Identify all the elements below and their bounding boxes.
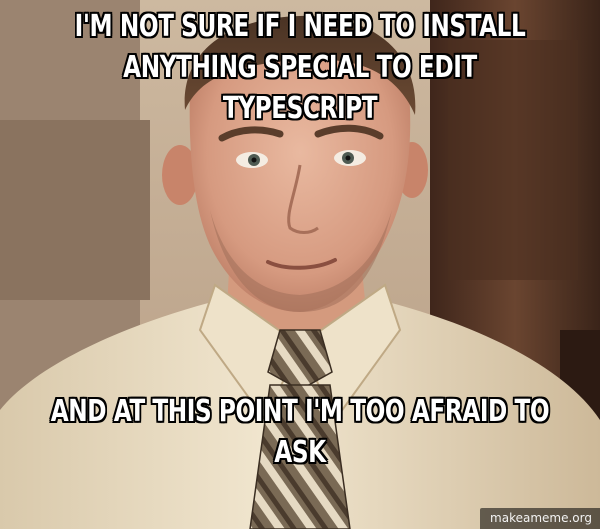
bottom-caption: AND AT THIS POINT I'M TOO AFRAID TO ASK — [50, 393, 550, 471]
meme-image: I'M NOT SURE IF I NEED TO INSTALL ANYTHI… — [0, 0, 600, 529]
watermark: makeameme.org — [480, 508, 600, 529]
top-caption: I'M NOT SURE IF I NEED TO INSTALL ANYTHI… — [74, 8, 527, 127]
